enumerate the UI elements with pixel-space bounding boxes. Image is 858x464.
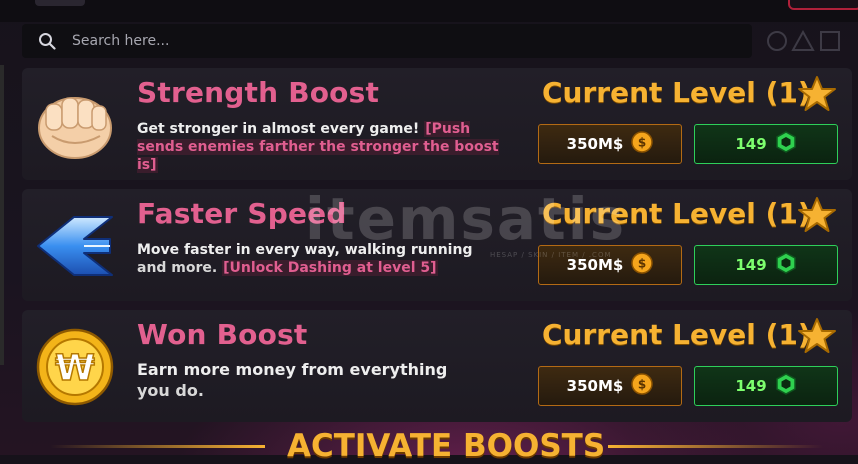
buy-with-gems-button[interactable]: 149 bbox=[694, 124, 838, 164]
coin-icon: $ bbox=[631, 373, 654, 399]
divider-right bbox=[608, 445, 823, 448]
gem-icon bbox=[775, 252, 797, 278]
buy-with-cash-button[interactable]: 350M$ $ bbox=[538, 124, 682, 164]
current-level-label: Current Level (1) bbox=[542, 318, 811, 351]
top-bar bbox=[0, 0, 858, 22]
search-input[interactable] bbox=[70, 32, 674, 50]
shape-symbols bbox=[765, 30, 843, 52]
svg-text:$: $ bbox=[638, 378, 646, 392]
gem-price: 149 bbox=[735, 256, 767, 274]
buy-with-gems-button[interactable]: 149 bbox=[694, 366, 838, 406]
divider-left bbox=[50, 445, 265, 448]
activate-boosts-button[interactable]: ACTIVATE BOOSTS bbox=[287, 428, 605, 464]
cash-price: 350M$ bbox=[566, 377, 624, 395]
boost-description: Earn more money from everything you do. bbox=[137, 359, 507, 401]
search-bar[interactable] bbox=[22, 24, 752, 58]
boost-title: Faster Speed bbox=[137, 197, 347, 230]
coin-icon: $ bbox=[631, 252, 654, 278]
search-icon bbox=[32, 24, 62, 58]
top-tab[interactable] bbox=[35, 0, 85, 6]
boost-card-speed: Faster Speed Move faster in every way, w… bbox=[22, 189, 852, 301]
watermark-subtext: HESAP / SKIN / ITEM / .COM bbox=[490, 251, 612, 259]
window-edge bbox=[0, 65, 4, 365]
svg-text:$: $ bbox=[638, 257, 646, 271]
svg-text:$: $ bbox=[638, 136, 646, 150]
boost-tag: [Unlock Dashing at level 5] bbox=[222, 260, 438, 276]
star-icon bbox=[797, 196, 837, 234]
gem-price: 149 bbox=[735, 135, 767, 153]
current-level-label: Current Level (1) bbox=[542, 76, 811, 109]
gem-price: 149 bbox=[735, 377, 767, 395]
fist-icon bbox=[34, 84, 116, 166]
activate-boosts-section: ACTIVATE BOOSTS bbox=[0, 420, 858, 464]
boost-desc-text: Earn more money from everything bbox=[137, 360, 448, 379]
top-close-tab[interactable] bbox=[788, 0, 858, 10]
gem-icon bbox=[775, 373, 797, 399]
buy-with-gems-button[interactable]: 149 bbox=[694, 245, 838, 285]
buy-with-cash-button[interactable]: 350M$ $ bbox=[538, 366, 682, 406]
speed-arrow-icon bbox=[34, 205, 116, 287]
boost-desc-text: Move faster in every way, walking runnin… bbox=[137, 242, 473, 258]
boost-desc-text-2: and more. bbox=[137, 260, 218, 276]
boost-desc-text-2: you do. bbox=[137, 381, 204, 400]
won-coin-icon: ₩ bbox=[34, 326, 116, 408]
boost-description: Move faster in every way, walking runnin… bbox=[137, 241, 507, 277]
gem-icon bbox=[775, 131, 797, 157]
boost-title: Won Boost bbox=[137, 318, 308, 351]
svg-text:₩: ₩ bbox=[55, 348, 95, 389]
coin-icon: $ bbox=[631, 131, 654, 157]
current-level-label: Current Level (1) bbox=[542, 197, 811, 230]
boost-card-strength: Strength Boost Get stronger in almost ev… bbox=[22, 68, 852, 180]
boost-title: Strength Boost bbox=[137, 76, 380, 109]
star-icon bbox=[797, 75, 837, 113]
boost-desc-text: Get stronger in almost every game! bbox=[137, 121, 420, 137]
cash-price: 350M$ bbox=[566, 135, 624, 153]
star-icon bbox=[797, 317, 837, 355]
boost-description: Get stronger in almost every game! [Push… bbox=[137, 120, 507, 174]
boost-card-won: ₩ Won Boost Earn more money from everyth… bbox=[22, 310, 852, 422]
